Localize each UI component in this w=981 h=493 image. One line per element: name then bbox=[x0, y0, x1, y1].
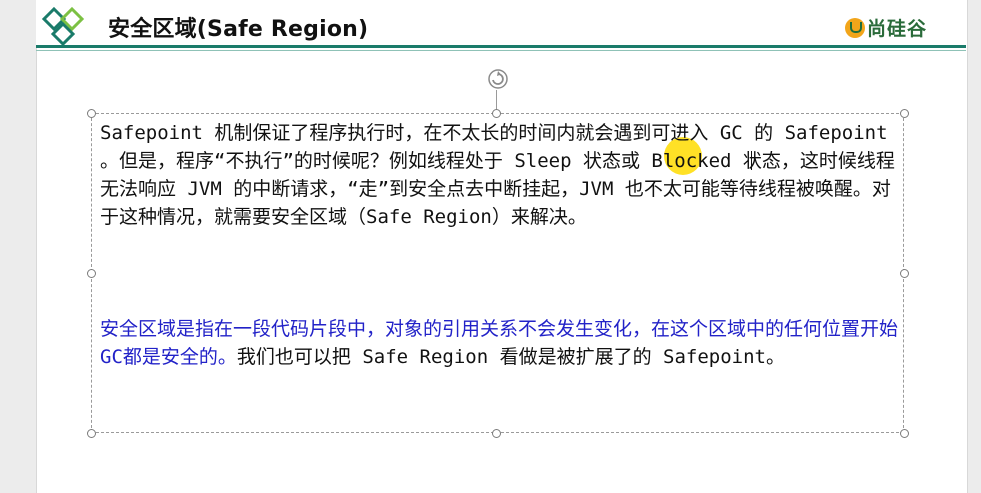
resize-handle-bottom-center[interactable] bbox=[492, 429, 501, 438]
resize-handle-bottom-right[interactable] bbox=[900, 429, 909, 438]
text-caret bbox=[751, 151, 752, 170]
body-paragraph-1[interactable]: Safepoint 机制保证了程序执行时，在不太长的时间内就会遇到可进入 GC … bbox=[100, 119, 900, 231]
resize-handle-bottom-left[interactable] bbox=[87, 429, 96, 438]
brand-name: 尚硅谷 bbox=[867, 18, 928, 40]
resize-handle-middle-right[interactable] bbox=[900, 269, 909, 278]
slide-title: 安全区域(Safe Region) bbox=[108, 17, 369, 42]
header-divider bbox=[36, 45, 966, 48]
body-paragraph-2[interactable]: 安全区域是指在一段代码片段中，对象的引用关系不会发生变化，在这个区域中的任何位置… bbox=[100, 315, 900, 371]
brand-logo: 尚硅谷 bbox=[845, 14, 927, 41]
diamonds-logo-icon bbox=[41, 6, 85, 47]
resize-handle-top-center[interactable] bbox=[492, 109, 501, 118]
resize-handle-middle-left[interactable] bbox=[87, 269, 96, 278]
presentation-stage: 安全区域(Safe Region) 尚硅谷 Safepoint 机制保证了程序执… bbox=[0, 0, 981, 493]
paragraph-continuation: 我们也可以把 Safe Region 看做是被扩展了的 Safepoint。 bbox=[236, 346, 785, 368]
resize-handle-top-left[interactable] bbox=[87, 109, 96, 118]
header-divider-thin bbox=[36, 50, 966, 51]
brand-logo-icon bbox=[845, 17, 865, 38]
resize-handle-top-right[interactable] bbox=[900, 109, 909, 118]
rotate-handle-icon[interactable] bbox=[487, 68, 509, 90]
